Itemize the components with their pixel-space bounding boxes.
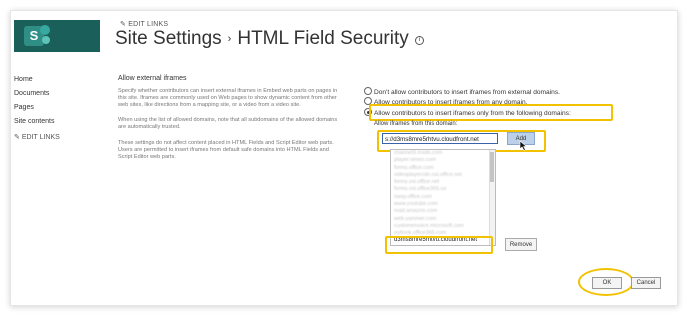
section-description: These settings do not affect content pla… bbox=[118, 140, 334, 161]
highlight-box bbox=[369, 104, 613, 121]
site-logo[interactable]: S bbox=[14, 20, 100, 52]
nav-item-home[interactable]: Home bbox=[14, 76, 60, 83]
highlight-box bbox=[385, 236, 493, 254]
breadcrumb-site-settings[interactable]: Site Settings bbox=[115, 28, 222, 49]
page-title-text: HTML Field Security bbox=[237, 28, 409, 49]
cancel-button[interactable]: Cancel bbox=[631, 277, 661, 289]
option-disallow[interactable]: Don't allow contributors to insert ifram… bbox=[364, 87, 560, 96]
list-item[interactable]: sway.office.com bbox=[391, 194, 495, 201]
edit-links-label: EDIT LINKS bbox=[128, 21, 169, 28]
list-item[interactable]: customervoice.microsoft.com bbox=[391, 223, 495, 230]
option-label: Don't allow contributors to insert ifram… bbox=[374, 88, 560, 96]
pencil-icon: ✎ bbox=[120, 21, 127, 28]
remove-button[interactable]: Remove bbox=[505, 238, 537, 251]
nav-edit-links-label: EDIT LINKS bbox=[21, 134, 60, 141]
list-item[interactable]: videoplayercdn.osi.office.net bbox=[391, 172, 495, 179]
logo-dot bbox=[40, 25, 50, 35]
logo-dot bbox=[42, 36, 50, 44]
ok-button[interactable]: OK bbox=[592, 277, 622, 289]
breadcrumb-separator: › bbox=[227, 33, 232, 45]
page-title: Site Settings › HTML Field Security i bbox=[115, 28, 424, 50]
radio-button[interactable] bbox=[364, 87, 372, 95]
edit-links-header[interactable]: ✎ EDIT LINKS bbox=[120, 20, 168, 28]
scrollbar-thumb[interactable] bbox=[490, 152, 494, 182]
nav-item-pages[interactable]: Pages bbox=[14, 104, 60, 111]
list-item[interactable]: channel9.msdn.com bbox=[391, 150, 495, 157]
list-item[interactable]: player.vimeo.com bbox=[391, 157, 495, 164]
info-icon[interactable]: i bbox=[414, 36, 424, 45]
nav-item-site-contents[interactable]: Site contents bbox=[14, 118, 60, 125]
list-item[interactable]: forms.osi.office.net bbox=[391, 179, 495, 186]
section-description: When using the list of allowed domains, … bbox=[118, 117, 338, 131]
list-scrollbar[interactable] bbox=[489, 150, 495, 245]
pencil-icon: ✎ bbox=[14, 134, 20, 141]
list-item[interactable]: forms.osi.office365.us bbox=[391, 186, 495, 193]
domain-list-items: channel9.msdn.com player.vimeo.com forms.o… bbox=[391, 150, 495, 238]
settings-panel bbox=[10, 10, 678, 306]
section-description: Specify whether contributors can insert … bbox=[118, 88, 338, 109]
list-item[interactable]: read.amazon.com bbox=[391, 208, 495, 215]
allowed-domain-label: Allow iframes from this domain: bbox=[374, 121, 458, 127]
list-item[interactable]: web.yammer.com bbox=[391, 216, 495, 223]
nav-edit-links[interactable]: ✎ EDIT LINKS bbox=[14, 133, 60, 141]
allowed-domains-list[interactable]: channel9.msdn.com player.vimeo.com forms.o… bbox=[390, 149, 496, 246]
list-item[interactable]: www.youtube.com bbox=[391, 201, 495, 208]
nav-item-documents[interactable]: Documents bbox=[14, 90, 60, 97]
list-item[interactable]: forms.office.com bbox=[391, 165, 495, 172]
quick-launch-nav: Home Documents Pages Site contents ✎ EDI… bbox=[14, 76, 60, 148]
section-title: Allow external iframes bbox=[118, 75, 187, 82]
mouse-cursor-icon bbox=[519, 140, 528, 151]
